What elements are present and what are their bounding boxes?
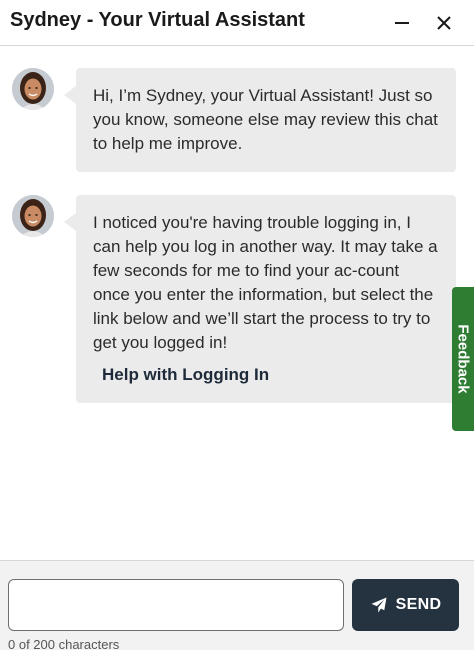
minimize-button[interactable] <box>390 11 414 35</box>
minus-icon <box>395 22 409 24</box>
send-label: SEND <box>395 596 442 613</box>
assistant-avatar <box>12 68 54 110</box>
help-logging-in-link[interactable]: Help with Logging In <box>93 363 440 387</box>
message-bubble: I noticed you're having trouble logging … <box>64 195 456 403</box>
character-counter: 0 of 200 characters <box>8 637 120 650</box>
message-list: Hi, I’m Sydney, your Virtual Assistant! … <box>0 46 474 560</box>
feedback-tab[interactable]: Feedback <box>452 287 474 431</box>
chat-title: Sydney - Your Virtual Assistant <box>10 9 305 31</box>
message-text: Hi, I’m Sydney, your Virtual Assistant! … <box>93 86 438 153</box>
message-bubble: Hi, I’m Sydney, your Virtual Assistant! … <box>64 68 456 172</box>
chat-input[interactable] <box>8 579 344 631</box>
feedback-label: Feedback <box>454 324 472 394</box>
composer: SEND 0 of 200 characters <box>0 560 474 650</box>
chat-window: Sydney - Your Virtual Assistant Hi, I’m … <box>0 0 474 650</box>
close-button[interactable] <box>432 11 456 35</box>
chat-header: Sydney - Your Virtual Assistant <box>0 0 474 46</box>
message-text: I noticed you're having trouble logging … <box>93 213 438 352</box>
paper-plane-icon <box>371 597 387 613</box>
close-icon <box>437 16 451 30</box>
assistant-avatar <box>12 195 54 237</box>
send-button[interactable]: SEND <box>352 579 459 631</box>
